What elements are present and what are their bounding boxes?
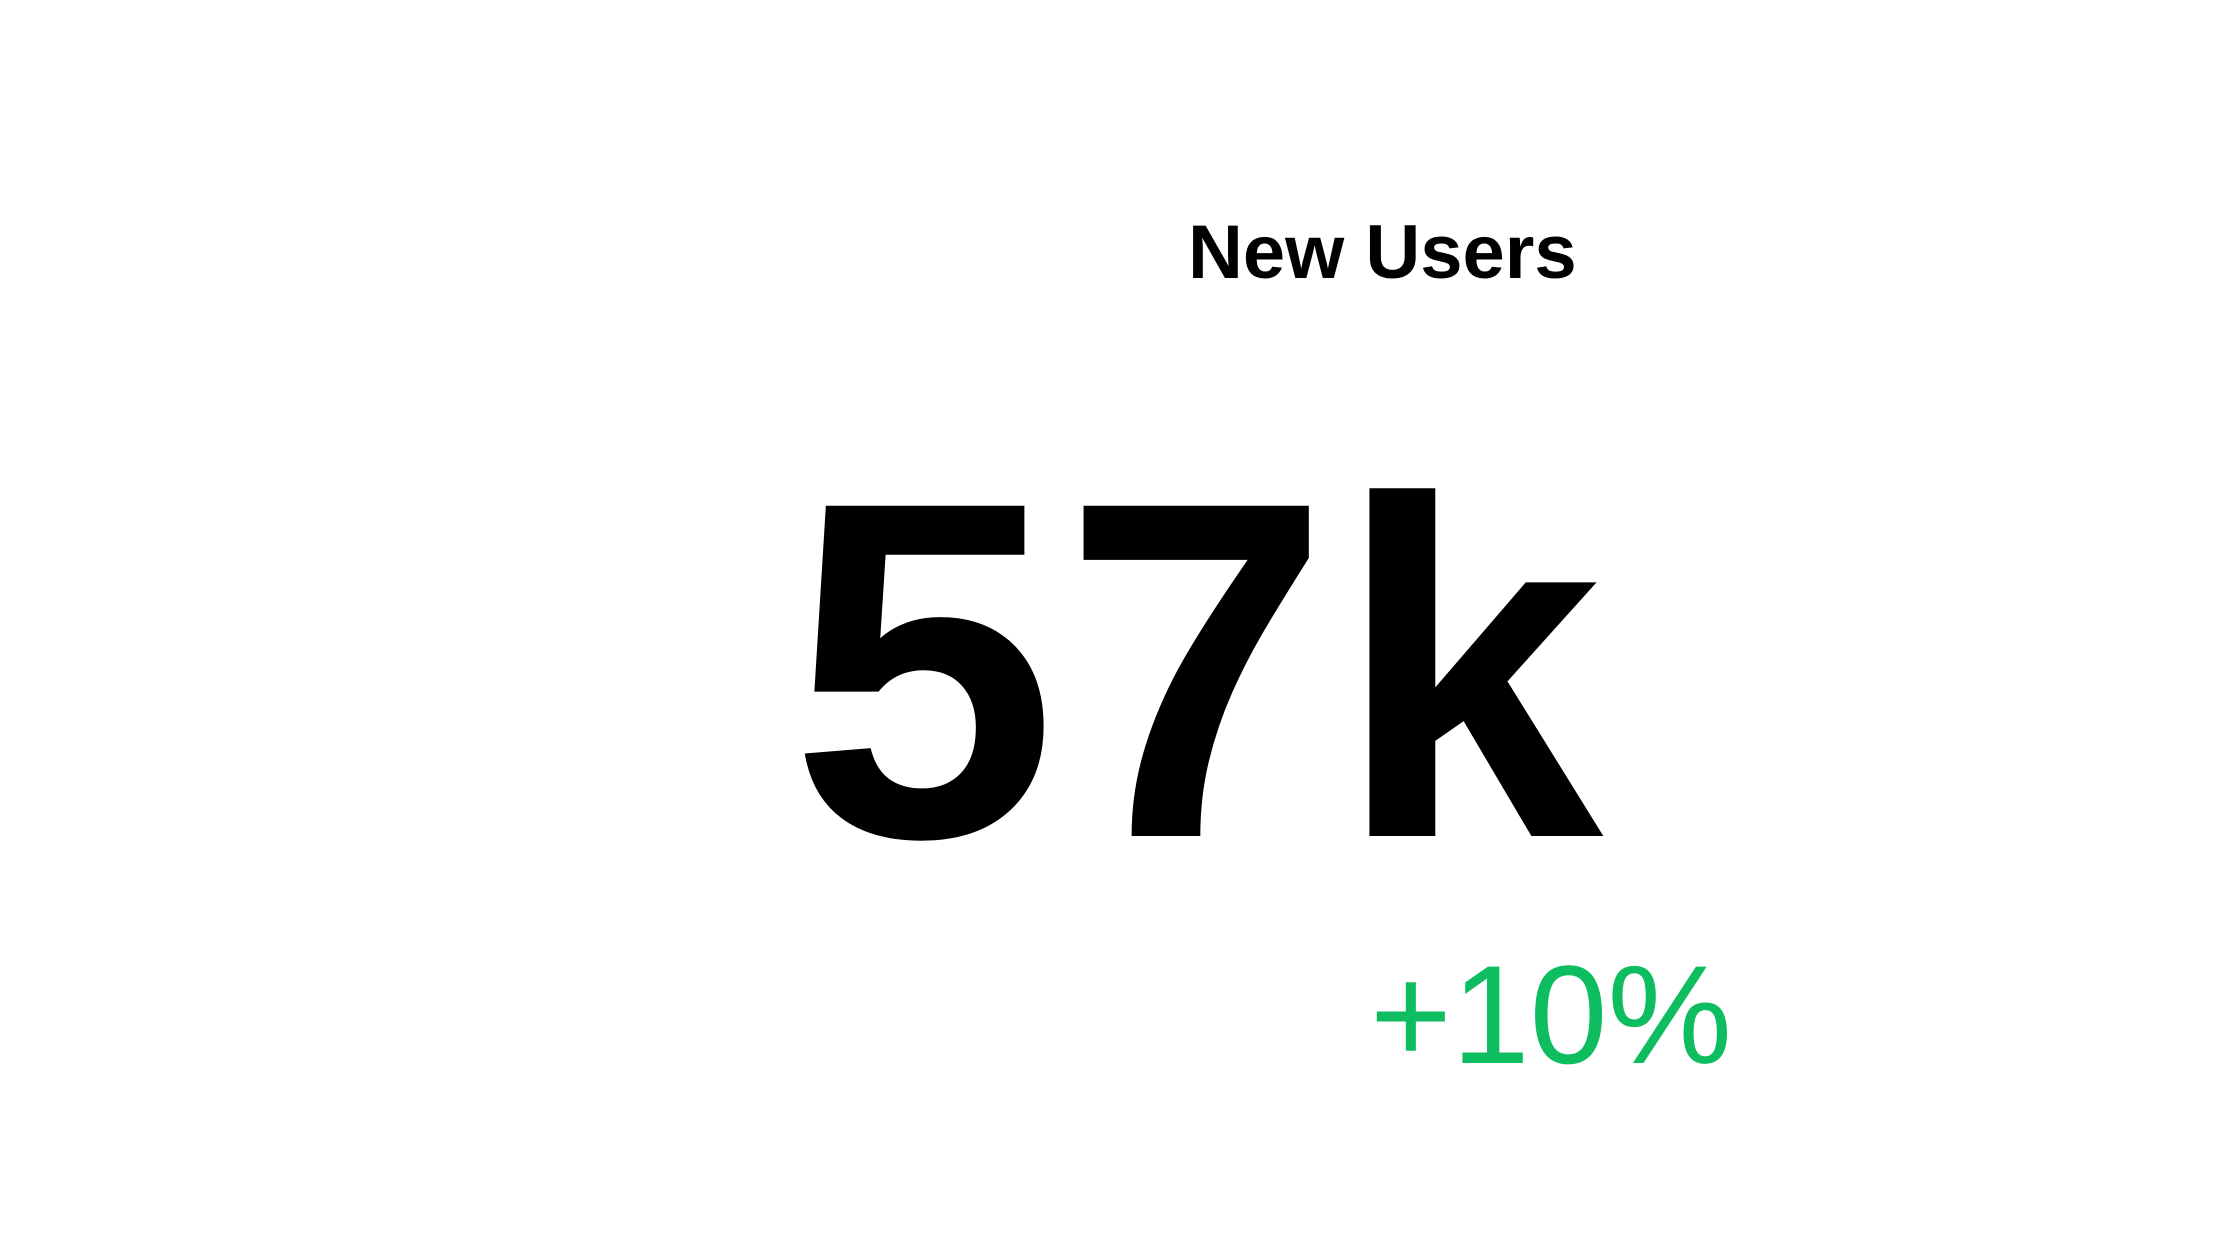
kpi-title: New Users (1188, 210, 1577, 295)
kpi-card: New Users 57k +10% (0, 0, 2240, 1260)
kpi-change-percent: +10% (1370, 936, 1732, 1093)
kpi-value: 57k (790, 401, 1609, 938)
